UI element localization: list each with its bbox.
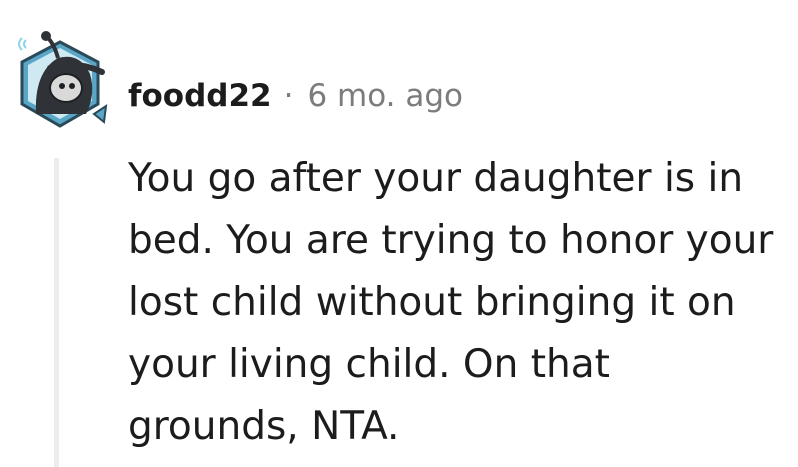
meta-separator: · — [283, 78, 294, 114]
snoo-avatar-icon — [18, 31, 108, 128]
user-avatar[interactable] — [10, 22, 110, 134]
comment-header: foodd22 · 6 mo. ago — [128, 74, 463, 118]
comment-body: You go after your daughter is in bed. Yo… — [128, 156, 774, 449]
comment-timestamp[interactable]: 6 mo. ago — [307, 78, 463, 114]
thread-line[interactable] — [54, 158, 59, 467]
username-link[interactable]: foodd22 — [128, 78, 272, 114]
comment: foodd22 · 6 mo. ago You go after your da… — [0, 0, 798, 467]
